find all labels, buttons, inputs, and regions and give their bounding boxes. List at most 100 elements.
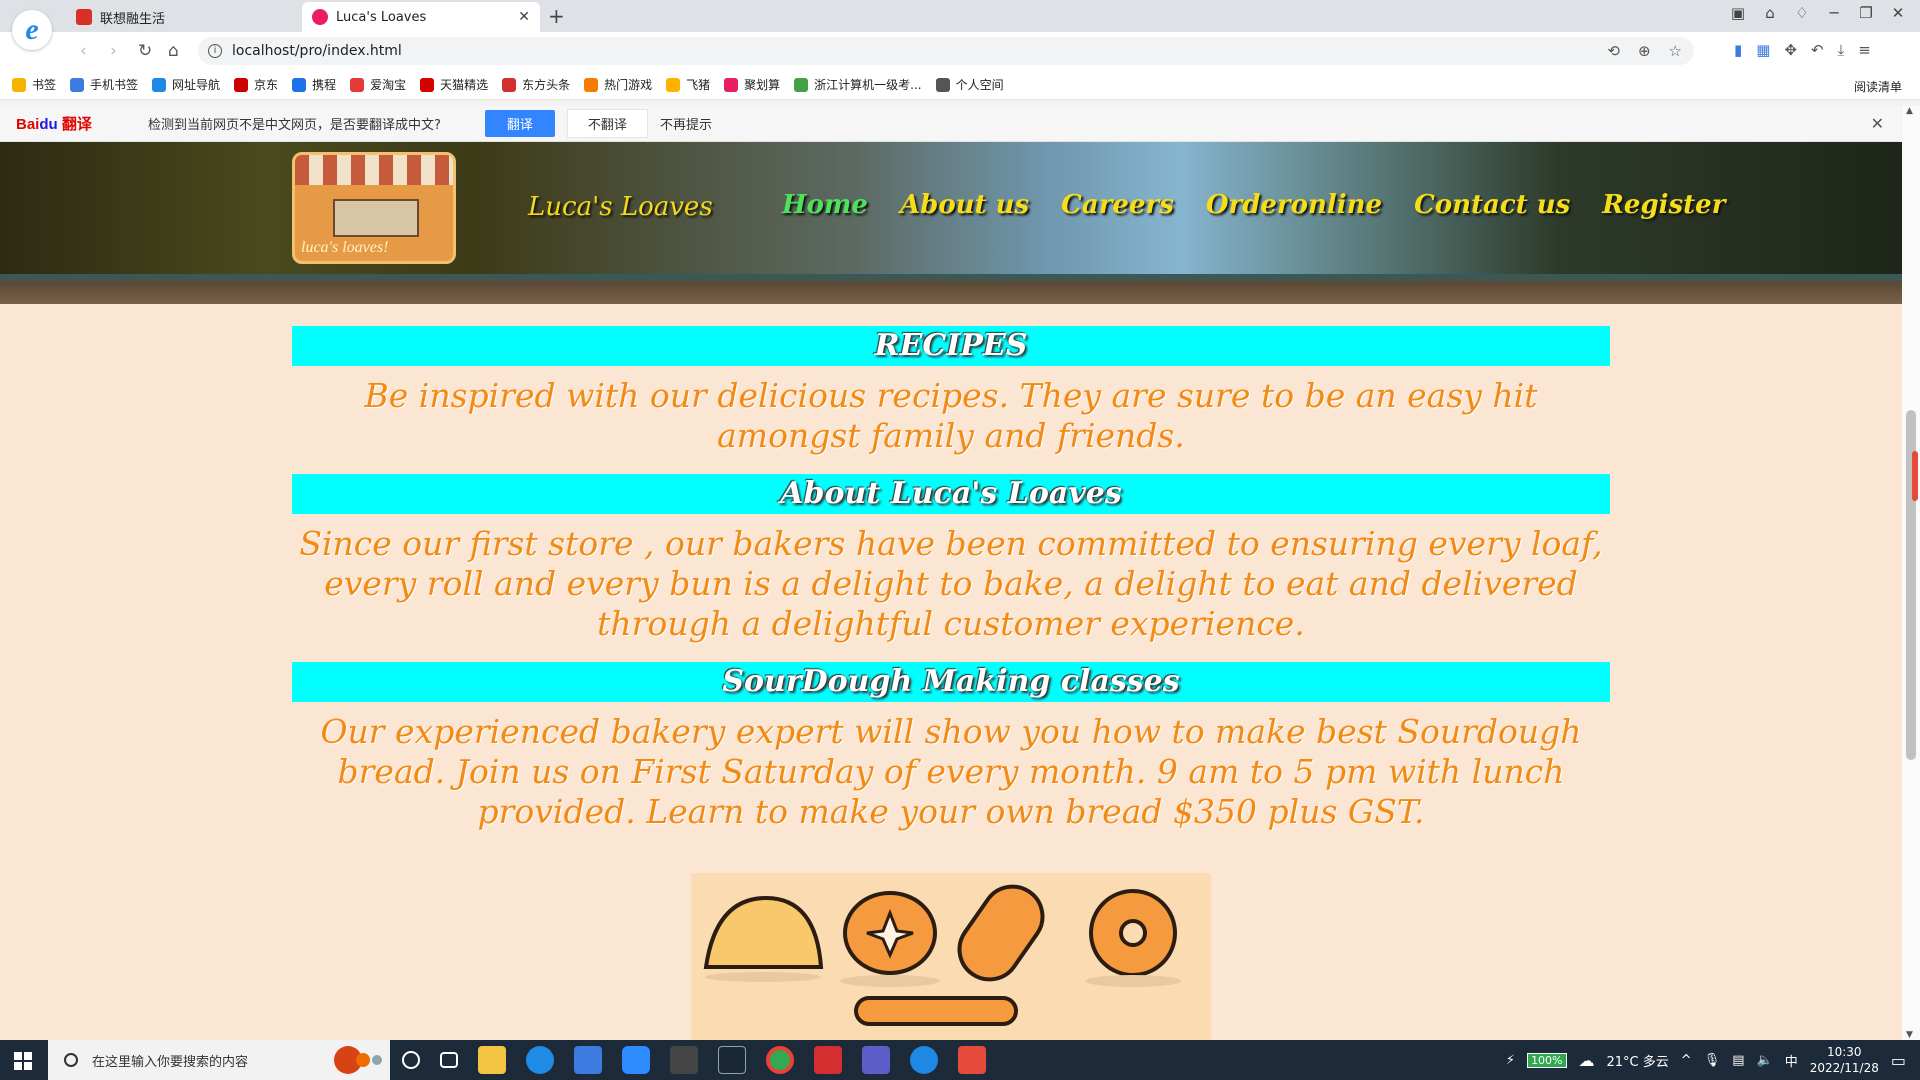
reading-list-button[interactable]: 阅读清单	[1854, 78, 1902, 95]
close-translate-icon[interactable]: ✕	[1871, 114, 1884, 133]
weather-text[interactable]: 21°C 多云	[1607, 1051, 1669, 1070]
new-tab-button[interactable]: +	[548, 4, 565, 28]
bookmark-item[interactable]: 浙江计算机一级考...	[794, 76, 922, 93]
clock-time: 10:30	[1826, 1045, 1862, 1059]
main-nav: Home About us Careers Orderonline Contac…	[782, 190, 1725, 220]
translate-button[interactable]: 翻译	[484, 110, 555, 137]
scroll-down-icon[interactable]: ▼	[1906, 1030, 1913, 1040]
share-icon[interactable]: ⟲	[1607, 42, 1620, 60]
nav-orderonline[interactable]: Orderonline	[1206, 190, 1382, 220]
reload-button[interactable]: ↻	[138, 41, 152, 61]
nav-register[interactable]: Register	[1602, 190, 1725, 220]
bookmark-label: 飞猪	[686, 78, 711, 92]
nav-about-us[interactable]: About us	[900, 190, 1029, 220]
mic-icon[interactable]: 🎙	[1704, 1053, 1721, 1068]
windows-taskbar: 在这里输入你要搜索的内容 ⚡ 100% ☁ 21°C 多云 ^ 🎙 ▤ 🔈 中 …	[0, 1040, 1920, 1080]
task-view-icon[interactable]	[440, 1052, 458, 1068]
paint-icon[interactable]	[958, 1046, 986, 1074]
close-window-button[interactable]: ✕	[1882, 4, 1914, 22]
bookmark-item[interactable]: 飞猪	[666, 76, 710, 93]
nav-careers[interactable]: Careers	[1061, 190, 1174, 220]
bookmark-label: 浙江计算机一级考...	[814, 78, 922, 92]
bookmark-star-icon[interactable]: ☆	[1669, 42, 1682, 60]
bookmark-item[interactable]: 书签	[12, 76, 56, 93]
address-bar[interactable]: i localhost/pro/index.html ⟲ ⊕ ☆	[198, 37, 1694, 65]
bookmark-item[interactable]: 京东	[234, 76, 278, 93]
home-button[interactable]: ⌂	[168, 41, 179, 61]
bookmark-item[interactable]: 手机书签	[70, 76, 138, 93]
close-tab-icon[interactable]: ✕	[518, 9, 530, 25]
volume-icon[interactable]: 🔈	[1757, 1053, 1773, 1068]
game-icon[interactable]	[670, 1046, 698, 1074]
long-loaf-icon	[854, 996, 1018, 1026]
edge-icon[interactable]	[526, 1046, 554, 1074]
no-translate-button[interactable]: 不翻译	[566, 109, 648, 138]
section-heading-sourdough: SourDough Making classes	[292, 662, 1610, 702]
zoom-icon[interactable]: ⊕	[1638, 42, 1651, 60]
bookmark-favicon-icon	[935, 77, 950, 92]
steam-icon[interactable]	[718, 1046, 746, 1074]
store-icon[interactable]: ⌂	[1754, 4, 1786, 22]
bookmark-item[interactable]: 爱淘宝	[350, 76, 406, 93]
ime-indicator[interactable]: 中	[1785, 1051, 1798, 1070]
back-button[interactable]: ‹	[80, 41, 87, 61]
network-icon[interactable]: ▤	[1732, 1053, 1744, 1068]
bookmark-item[interactable]: 携程	[292, 76, 336, 93]
menu-icon[interactable]: ≡	[1858, 41, 1871, 59]
download-icon[interactable]: ⤓	[1838, 41, 1845, 59]
bookmark-label: 个人空间	[955, 78, 1004, 92]
site-logo[interactable]: luca's loaves!	[292, 152, 456, 264]
tray-overflow-icon[interactable]: ^	[1681, 1053, 1692, 1068]
clock[interactable]: 10:30 2022/11/28	[1810, 1044, 1879, 1076]
bookmark-favicon-icon	[152, 77, 167, 92]
nav-contact-us[interactable]: Contact us	[1414, 190, 1570, 220]
store-app-icon[interactable]	[574, 1046, 602, 1074]
cortana-icon[interactable]	[402, 1051, 420, 1069]
bookmark-favicon-icon	[724, 77, 739, 92]
start-button[interactable]	[14, 1052, 32, 1070]
scroll-up-icon[interactable]: ▲	[1906, 106, 1913, 116]
baidu-translate-logo: Baidu 翻译	[16, 116, 92, 133]
tab-lenovo[interactable]: 联想融生活	[66, 2, 300, 32]
file-explorer-icon[interactable]	[478, 1046, 506, 1074]
page-scrollbar[interactable]: ▲ ▼	[1902, 106, 1920, 1040]
chrome-icon[interactable]	[766, 1046, 794, 1074]
tab-title: Luca's Loaves	[336, 9, 427, 25]
forward-button[interactable]: ›	[110, 41, 117, 61]
puzzle-icon[interactable]: ✥	[1784, 41, 1797, 59]
extension-icons: ▮ ▦ ✥ ↶ ⤓ ≡	[1734, 41, 1871, 59]
undo-icon[interactable]: ↶	[1811, 41, 1824, 59]
teams-icon[interactable]	[862, 1046, 890, 1074]
qq-browser-icon[interactable]	[910, 1046, 938, 1074]
lenovo-favicon-icon	[76, 9, 92, 25]
bookmark-item[interactable]: 聚划算	[724, 76, 780, 93]
nav-home[interactable]: Home	[782, 190, 868, 220]
skin-icon[interactable]: ♢	[1786, 4, 1818, 22]
battery-indicator[interactable]: 100%	[1527, 1052, 1567, 1068]
notifications-icon[interactable]: ▭	[1891, 1051, 1906, 1070]
bookmark-favicon-icon	[12, 77, 26, 92]
taskbar-search[interactable]: 在这里输入你要搜索的内容	[48, 1040, 390, 1080]
wps-icon[interactable]	[814, 1046, 842, 1074]
bookmark-item[interactable]: 网址导航	[152, 76, 220, 93]
site-info-icon[interactable]: i	[208, 44, 222, 58]
translate-extension-icon[interactable]: ▦	[1756, 41, 1770, 59]
restore-button[interactable]: ❐	[1850, 4, 1882, 22]
window-controls: ▣ ⌂ ♢ ─ ❐ ✕	[1722, 4, 1914, 22]
bookmark-item[interactable]: 东方头条	[502, 76, 570, 93]
bookmark-label: 携程	[312, 78, 337, 92]
zoom-app-icon[interactable]	[622, 1046, 650, 1074]
bookmark-favicon-icon	[420, 77, 435, 92]
logo-awning	[295, 155, 453, 185]
bookmark-label: 聚划算	[744, 78, 781, 92]
minimize-button[interactable]: ─	[1818, 4, 1850, 22]
extension-icon[interactable]: ▮	[1734, 41, 1742, 59]
bookmark-label: 网址导航	[172, 78, 221, 92]
bookmark-item[interactable]: 个人空间	[935, 76, 1004, 93]
bookmark-item[interactable]: 热门游戏	[584, 76, 652, 93]
never-show-button[interactable]: 不再提示	[660, 114, 712, 133]
tab-count-icon[interactable]: ▣	[1722, 4, 1754, 22]
section-heading-recipes: RECIPES	[292, 326, 1610, 366]
tab-lucas-loaves[interactable]: Luca's Loaves ✕	[302, 2, 540, 32]
bookmark-item[interactable]: 天猫精选	[420, 76, 488, 93]
